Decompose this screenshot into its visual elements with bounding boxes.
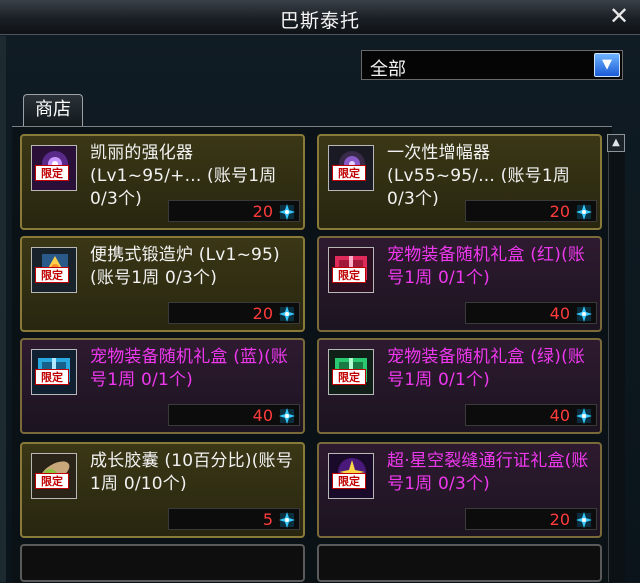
price-box: 20 [465,200,597,222]
price-box: 20 [168,200,300,222]
item-name: 成长胶囊 (10百分比)(账号1周 0/10个) [90,451,293,494]
category-dropdown[interactable]: 全部 ▼ [361,50,623,80]
limited-badge: 限定 [35,369,69,385]
item-name: 超·星空裂缝通行证礼盒(账号1周 0/3个) [387,451,589,494]
price-value: 20 [549,510,570,529]
shop-window: 巴斯泰托 ✕ 全部 ▼ 商店 ▲ 限定 凯丽的强化器 (Lv1~95/+... (… [0,0,640,583]
shop-item-card[interactable]: 限定 成长胶囊 (10百分比)(账号1周 0/10个) 5 [20,442,305,538]
shop-item-card[interactable]: 限定 超·星空裂缝通行证礼盒(账号1周 0/3个) 20 [317,442,602,538]
scrollbar[interactable] [608,134,625,582]
item-name: 宠物装备随机礼盒 (红)(账号1周 0/1个) [387,245,586,288]
price-value: 20 [549,202,570,221]
close-icon[interactable]: ✕ [606,2,632,30]
price-value: 40 [549,304,570,323]
price-box: 40 [168,404,300,426]
shop-item-card-partial[interactable] [317,544,602,582]
limited-badge: 限定 [35,165,69,181]
price-value: 5 [262,510,273,529]
shop-item-card[interactable]: 限定 宠物装备随机礼盒 (红)(账号1周 0/1个) 40 [317,236,602,332]
chevron-down-icon[interactable]: ▼ [594,53,620,77]
shop-item-card[interactable]: 限定 宠物装备随机礼盒 (绿)(账号1周 0/1个) 40 [317,338,602,434]
cyan-crystal-icon [278,511,296,529]
shop-item-card-partial[interactable] [20,544,305,582]
scroll-up-icon[interactable]: ▲ [607,134,625,152]
dropdown-value: 全部 [370,59,406,80]
price-value: 40 [252,406,273,425]
price-value: 20 [252,304,273,323]
limited-badge: 限定 [35,267,69,283]
limited-badge: 限定 [332,165,366,181]
price-box: 40 [465,404,597,426]
limited-badge: 限定 [332,267,366,283]
cyan-crystal-icon [278,203,296,221]
price-box: 20 [465,508,597,530]
cyan-crystal-icon [278,407,296,425]
limited-badge: 限定 [35,473,69,489]
item-name: 宠物装备随机礼盒 (绿)(账号1周 0/1个) [387,347,586,390]
tab-shop[interactable]: 商店 [23,94,83,126]
left-rail [0,36,6,582]
price-box: 5 [168,508,300,530]
price-value: 40 [549,406,570,425]
item-name: 宠物装备随机礼盒 (蓝)(账号1周 0/1个) [90,347,289,390]
shop-item-card[interactable]: 限定 便携式锻造炉 (Lv1~95)(账号1周 0/3个) 20 [20,236,305,332]
cyan-crystal-icon [575,305,593,323]
title-bar: 巴斯泰托 ✕ [0,0,640,35]
item-name: 便携式锻造炉 (Lv1~95)(账号1周 0/3个) [90,245,280,288]
cyan-crystal-icon [575,511,593,529]
price-value: 20 [252,202,273,221]
shop-item-card[interactable]: 限定 宠物装备随机礼盒 (蓝)(账号1周 0/1个) 40 [20,338,305,434]
price-box: 20 [168,302,300,324]
cyan-crystal-icon [575,203,593,221]
price-box: 40 [465,302,597,324]
cyan-crystal-icon [575,407,593,425]
cyan-crystal-icon [278,305,296,323]
limited-badge: 限定 [332,473,366,489]
window-title: 巴斯泰托 [279,10,360,32]
shop-item-card[interactable]: 限定 凯丽的强化器 (Lv1~95/+... (账号1周 0/3个) 20 [20,134,305,230]
shop-item-card[interactable]: 限定 一次性增幅器 (Lv55~95/... (账号1周 0/3个) 20 [317,134,602,230]
limited-badge: 限定 [332,369,366,385]
